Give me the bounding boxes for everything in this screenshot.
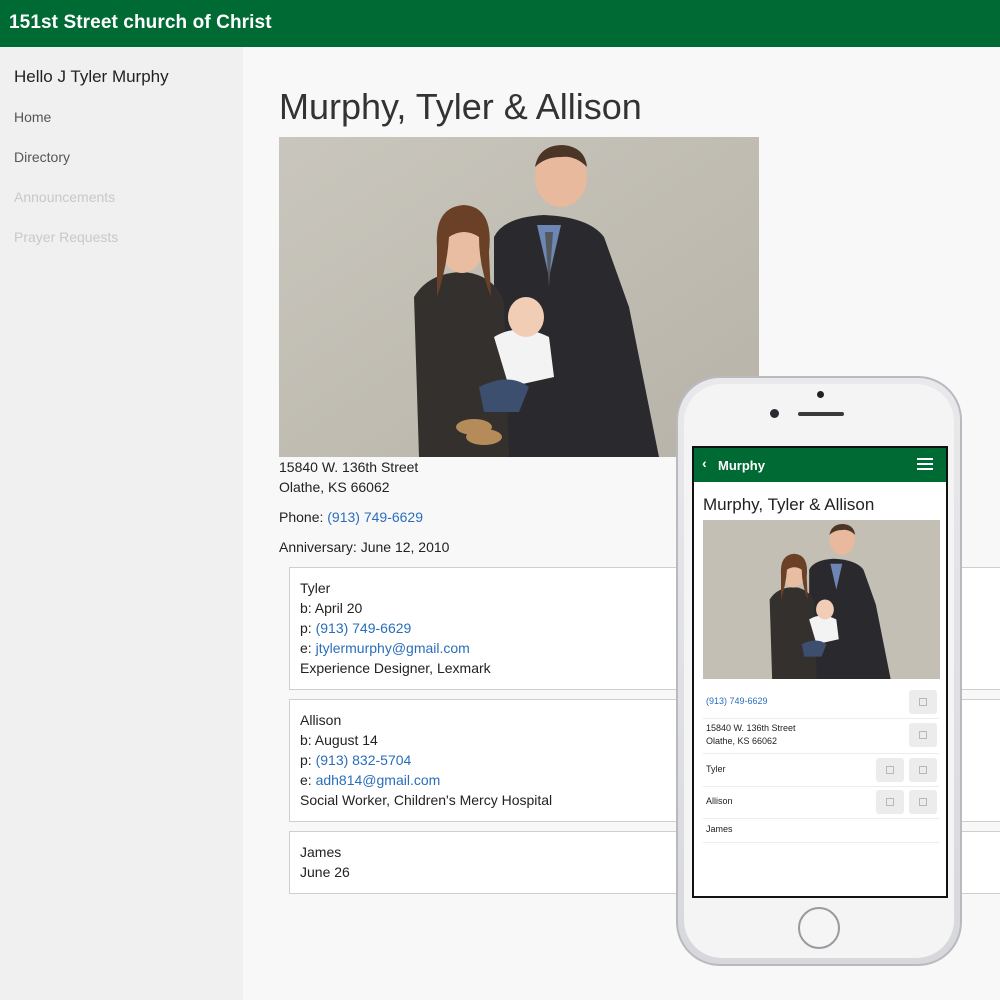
- email-prefix: e:: [300, 772, 312, 788]
- email-icon[interactable]: [909, 790, 937, 814]
- member-birthday: June 26: [300, 864, 350, 880]
- top-app-bar: 151st Street church of Christ: [0, 0, 1000, 47]
- member-name: Allison: [300, 712, 342, 728]
- mobile-address-row: 15840 W. 136th Street Olathe, KS 66062: [703, 719, 939, 754]
- member-email-link[interactable]: adh814@gmail.com: [316, 772, 441, 788]
- call-icon[interactable]: [876, 758, 904, 782]
- mobile-bar-title: Murphy: [718, 458, 765, 473]
- phone-prefix: p:: [300, 620, 312, 636]
- page-title: Murphy, Tyler & Allison: [279, 86, 642, 127]
- member-name: Tyler: [300, 580, 331, 596]
- camera-icon: [817, 391, 824, 398]
- address-line-1: 15840 W. 136th Street: [279, 459, 419, 475]
- hamburger-icon[interactable]: [917, 458, 933, 470]
- anniversary: Anniversary: June 12, 2010: [279, 539, 450, 555]
- mobile-member-row[interactable]: Tyler: [703, 754, 939, 787]
- call-icon[interactable]: [909, 690, 937, 714]
- family-phone-link[interactable]: (913) 749-6629: [327, 509, 423, 525]
- phone-mockup: ‹ Murphy Murphy, Tyler & Allison (913) 7…: [676, 376, 962, 966]
- mobile-member-name: Tyler: [706, 764, 726, 774]
- member-phone-line: p: (913) 749-6629: [300, 620, 411, 636]
- mobile-phone-link[interactable]: (913) 749-6629: [706, 695, 768, 708]
- home-button[interactable]: [798, 907, 840, 949]
- email-icon[interactable]: [909, 758, 937, 782]
- mobile-address-line-1: 15840 W. 136th Street: [706, 723, 796, 733]
- mobile-member-row[interactable]: James: [703, 818, 939, 843]
- member-email-link[interactable]: jtylermurphy@gmail.com: [316, 640, 470, 656]
- front-camera-icon: [770, 409, 779, 418]
- greeting: Hello J Tyler Murphy: [14, 67, 169, 86]
- member-birthday: b: August 14: [300, 732, 378, 748]
- email-prefix: e:: [300, 640, 312, 656]
- sidebar-item-prayer-requests: Prayer Requests: [14, 229, 119, 245]
- member-occupation: Experience Designer, Lexmark: [300, 660, 491, 676]
- mobile-family-photo: [703, 520, 940, 679]
- sidebar-item-announcements: Announcements: [14, 189, 116, 205]
- member-occupation: Social Worker, Children's Mercy Hospital: [300, 792, 553, 808]
- phone-prefix: p:: [300, 752, 312, 768]
- mobile-member-name: Allison: [706, 796, 733, 806]
- phone-line: Phone: (913) 749-6629: [279, 509, 423, 525]
- chevron-left-icon[interactable]: ‹: [702, 455, 707, 471]
- member-birthday: b: April 20: [300, 600, 363, 616]
- address-line-2: Olathe, KS 66062: [279, 479, 390, 495]
- member-email-line: e: jtylermurphy@gmail.com: [300, 640, 470, 656]
- speaker-grille: [798, 412, 844, 416]
- member-phone-link[interactable]: (913) 832-5704: [316, 752, 412, 768]
- mobile-member-name: James: [706, 824, 733, 834]
- call-icon[interactable]: [876, 790, 904, 814]
- mobile-address-line-2: Olathe, KS 66062: [706, 736, 778, 746]
- map-icon[interactable]: [909, 723, 937, 747]
- mobile-app-bar: ‹ Murphy: [694, 448, 946, 482]
- sidebar-item-home[interactable]: Home: [14, 109, 51, 125]
- sidebar-item-directory[interactable]: Directory: [14, 149, 70, 165]
- phone-screen: ‹ Murphy Murphy, Tyler & Allison (913) 7…: [692, 446, 948, 898]
- member-name: James: [300, 844, 342, 860]
- member-phone-line: p: (913) 832-5704: [300, 752, 411, 768]
- member-phone-link[interactable]: (913) 749-6629: [316, 620, 412, 636]
- app-title: 151st Street church of Christ: [9, 12, 272, 33]
- mobile-phone-row: (913) 749-6629: [703, 686, 939, 719]
- mobile-page-title: Murphy, Tyler & Allison: [703, 495, 875, 514]
- member-email-line: e: adh814@gmail.com: [300, 772, 440, 788]
- mobile-member-row[interactable]: Allison: [703, 786, 939, 819]
- phone-label: Phone:: [279, 509, 324, 525]
- sidebar: Hello J Tyler Murphy Home Directory Anno…: [0, 47, 243, 1000]
